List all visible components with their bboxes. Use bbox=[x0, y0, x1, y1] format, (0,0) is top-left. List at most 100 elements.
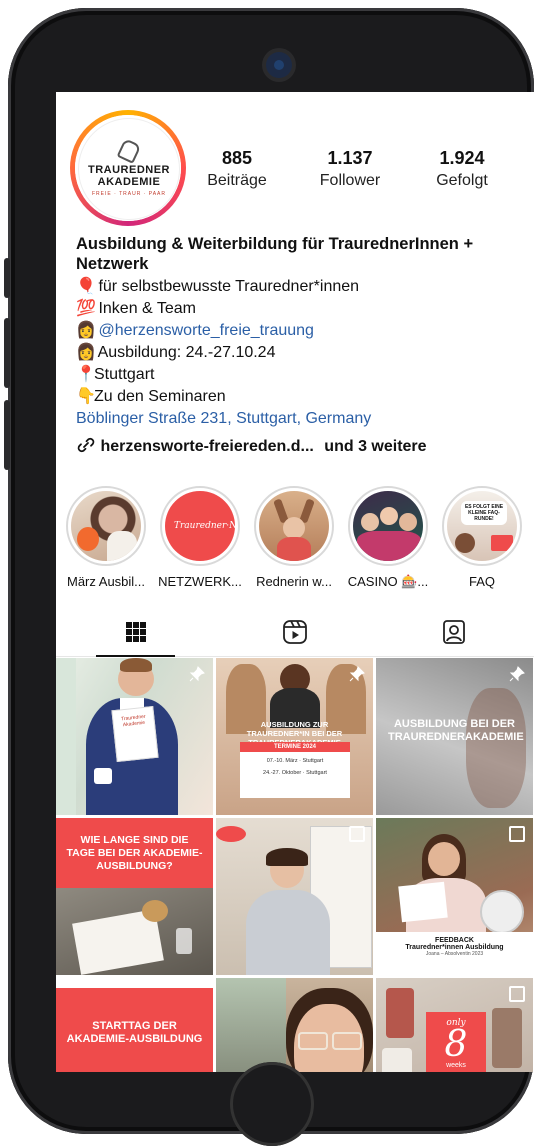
website-more[interactable]: und 3 weitere bbox=[324, 438, 426, 455]
carousel-icon bbox=[349, 826, 365, 842]
side-button-volume-down bbox=[4, 400, 10, 470]
highlight-label: FAQ bbox=[468, 574, 495, 589]
stat-following-number: 1.924 bbox=[439, 148, 485, 168]
link-icon bbox=[76, 436, 96, 461]
post-tile[interactable] bbox=[216, 978, 373, 1072]
reels-icon bbox=[282, 619, 308, 650]
post-tile[interactable] bbox=[216, 818, 373, 975]
post-schedule-row: 07.-10. März · Stuttgart bbox=[266, 758, 324, 764]
profile-name: Ausbildung & Weiterbildung für Trauredne… bbox=[76, 235, 474, 273]
instagram-profile-screen: TRAUREDNER AKADEMIE FREIE · TRAUR · PAAR… bbox=[56, 92, 534, 1072]
bio-line: 🎈 für selbstbewusste Trauredner*innen bbox=[76, 276, 526, 298]
stat-posts-label: Beiträge bbox=[207, 172, 267, 189]
highlight-label: März Ausbil... bbox=[66, 574, 146, 589]
highlight-rednerin[interactable]: Rednerin w... bbox=[250, 486, 338, 589]
carousel-icon bbox=[509, 826, 525, 842]
stat-followers-label: Follower bbox=[319, 172, 381, 189]
avatar-logo: TRAUREDNER AKADEMIE FREIE · TRAUR · PAAR bbox=[78, 118, 180, 220]
avatar[interactable]: TRAUREDNER AKADEMIE FREIE · TRAUR · PAAR bbox=[75, 115, 181, 221]
badge-bottom: weeks bbox=[446, 1062, 466, 1069]
stat-followers-number: 1.137 bbox=[327, 148, 373, 168]
post-schedule-card: TERMINE 2024 07.-10. März · Stuttgart 24… bbox=[240, 742, 350, 798]
bio-line: 👇Zu den Seminaren bbox=[76, 386, 526, 408]
front-camera bbox=[266, 52, 292, 78]
post-tile[interactable]: AUSBILDUNG BEI DER TRAUREDNERAKADEMIE bbox=[376, 658, 533, 815]
pin-icon bbox=[509, 666, 525, 682]
highlight-maerz-cover bbox=[71, 491, 141, 561]
feedback-badge bbox=[480, 890, 524, 934]
bio-line-text: Stuttgart bbox=[94, 366, 155, 383]
post-title: AUSBILDUNG BEI DER TRAUREDNERAKADEMIE bbox=[388, 718, 524, 743]
post-tile[interactable]: FEEDBACK Trauredner*innen Ausbildung Joa… bbox=[376, 818, 533, 975]
feedback-caption: FEEDBACK Trauredner*innen Ausbildung Joa… bbox=[376, 932, 533, 975]
tagged-icon bbox=[441, 619, 467, 650]
post-card-text: Trauredner Akademie bbox=[120, 713, 146, 729]
tab-posts[interactable] bbox=[56, 612, 215, 657]
profile-tabs bbox=[56, 612, 534, 657]
post-card: Trauredner Akademie bbox=[111, 705, 159, 763]
avatar-brand-line2: AKADEMIE bbox=[97, 176, 161, 188]
feedback-sub: Trauredner*innen Ausbildung bbox=[405, 944, 504, 951]
highlight-rednerin-cover bbox=[259, 491, 329, 561]
post-tile[interactable]: only 8 weeks bbox=[376, 978, 533, 1072]
story-ring[interactable]: TRAUREDNER AKADEMIE FREIE · TRAUR · PAAR bbox=[70, 110, 186, 226]
post-tile[interactable]: STARTTAG DER AKADEMIE-AUSBILDUNG bbox=[56, 978, 213, 1072]
highlight-faq-cover: ES FOLGT EINE KLEINE FAQ-RUNDE! bbox=[447, 491, 517, 561]
home-button[interactable] bbox=[230, 1062, 314, 1146]
feedback-title: FEEDBACK bbox=[435, 937, 474, 944]
avatar-tagline: FREIE · TRAUR · PAAR bbox=[92, 191, 166, 197]
tab-tagged[interactable] bbox=[374, 612, 533, 656]
bio-line-text: Inken & Team bbox=[98, 300, 196, 317]
only-weeks-badge: only 8 weeks bbox=[426, 1012, 486, 1072]
pointing-down-icon: 👇 bbox=[76, 388, 96, 405]
highlight-netzwerk[interactable]: Trauredner·Netzwerk NETZWERK... bbox=[156, 486, 244, 589]
stat-followers[interactable]: 1.137 Follower bbox=[295, 148, 405, 190]
pin-icon bbox=[189, 666, 205, 682]
highlight-faq-bubble: ES FOLGT EINE KLEINE FAQ-RUNDE! bbox=[461, 501, 507, 525]
feedback-small: Joana – Absolventin 2023 bbox=[425, 951, 484, 957]
profile-header: TRAUREDNER AKADEMIE FREIE · TRAUR · PAAR… bbox=[56, 92, 534, 232]
highlight-casino-cover bbox=[353, 491, 423, 561]
highlight-casino[interactable]: CASINO 🎰... bbox=[344, 486, 432, 590]
post-schedule-row: 24.-27. Oktober · Stuttgart bbox=[263, 770, 327, 776]
highlight-label: Rednerin w... bbox=[256, 574, 332, 589]
bio-line: 📍Stuttgart bbox=[76, 364, 526, 386]
mention-link[interactable]: @herzensworte_freie_trauung bbox=[98, 322, 313, 339]
carousel-icon bbox=[509, 986, 525, 1002]
address-link[interactable]: Böblinger Straße 231, Stuttgart, Germany bbox=[76, 408, 526, 430]
post-title: WIE LANGE SIND DIE TAGE BEI DER AKADEMIE… bbox=[66, 834, 203, 872]
teacher-icon: 👩 bbox=[76, 344, 96, 361]
post-tile[interactable]: WIE LANGE SIND DIE TAGE BEI DER AKADEMIE… bbox=[56, 818, 213, 975]
pin-icon: 📍 bbox=[76, 366, 96, 383]
stat-following[interactable]: 1.924 Gefolgt bbox=[407, 148, 517, 190]
bio-line: 💯 Inken & Team bbox=[76, 298, 526, 320]
stat-following-label: Gefolgt bbox=[436, 172, 488, 189]
highlight-netzwerk-cover: Trauredner·Netzwerk bbox=[165, 491, 235, 561]
microphone-icon bbox=[116, 138, 142, 164]
grid-icon bbox=[124, 620, 148, 649]
website-link-row[interactable]: herzensworte-freiereden.d... und 3 weite… bbox=[76, 436, 526, 461]
bio-line-text: Zu den Seminaren bbox=[94, 388, 226, 405]
stat-posts-number: 885 bbox=[221, 148, 253, 168]
tab-reels[interactable] bbox=[215, 612, 374, 656]
highlight-netzwerk-logo: Trauredner·Netzwerk bbox=[174, 521, 235, 531]
bio-line-text: Ausbildung: 24.-27.10.24 bbox=[97, 344, 276, 361]
post-tile[interactable]: Trauredner Akademie bbox=[56, 658, 213, 815]
badge-big: 8 bbox=[444, 1024, 468, 1065]
website-link[interactable]: herzensworte-freiereden.d... bbox=[100, 438, 313, 455]
hundred-icon: 💯 bbox=[76, 300, 96, 317]
pin-icon bbox=[349, 666, 365, 682]
highlight-maerz[interactable]: März Ausbil... bbox=[62, 486, 150, 589]
highlight-label: CASINO 🎰... bbox=[347, 574, 429, 589]
bio-line-text: für selbstbewusste Trauredner*innen bbox=[98, 278, 360, 295]
highlight-label: NETZWERK... bbox=[158, 574, 242, 589]
balloon-icon: 🎈 bbox=[76, 278, 96, 295]
bio-line: 👩 @herzensworte_freie_trauung bbox=[76, 320, 526, 342]
woman-icon: 👩 bbox=[76, 322, 96, 339]
side-button-volume-up bbox=[4, 318, 10, 388]
highlight-faq[interactable]: ES FOLGT EINE KLEINE FAQ-RUNDE! FAQ bbox=[438, 486, 526, 589]
story-highlights: März Ausbil... Trauredner·Netzwerk NETZW… bbox=[56, 486, 534, 590]
post-tile[interactable]: AUSBILDUNG ZUR TRAUREDNER*IN BEI DER TRA… bbox=[216, 658, 373, 815]
side-button-mute bbox=[4, 258, 10, 298]
stat-posts[interactable]: 885 Beiträge bbox=[182, 148, 292, 190]
